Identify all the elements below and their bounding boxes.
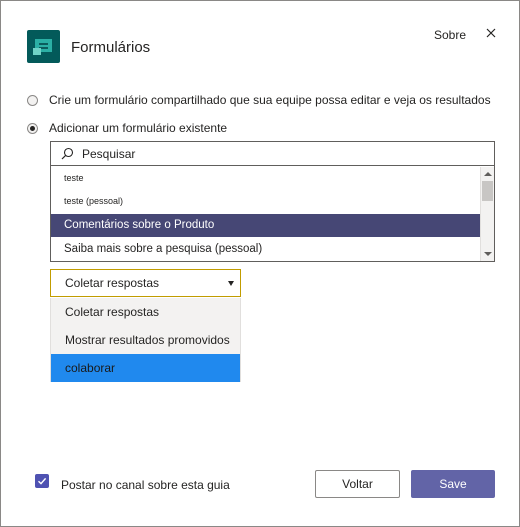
list-item[interactable]: Saiba mais sobre a pesquisa (pessoal) (51, 237, 480, 261)
menu-item-collaborate[interactable]: colaborar (51, 354, 240, 382)
checkmark-icon (38, 477, 47, 485)
create-form-radio[interactable] (27, 94, 38, 106)
scroll-up-icon[interactable] (484, 172, 492, 176)
close-icon[interactable] (484, 26, 498, 40)
list-item[interactable]: teste (51, 173, 480, 191)
forms-list: teste teste (pessoal) Comentários sobre … (51, 167, 480, 261)
existing-form-label: Adicionar um formulário existente (49, 121, 228, 135)
list-scrollbar[interactable] (480, 167, 494, 261)
create-form-label: Crie um formulário compartilhado que sua… (49, 93, 491, 107)
scroll-down-icon[interactable] (484, 252, 492, 256)
about-link[interactable]: Sobre (434, 28, 466, 42)
scroll-thumb[interactable] (482, 181, 493, 201)
search-input[interactable] (82, 146, 462, 161)
search-bar (51, 142, 494, 166)
list-item-selected[interactable]: Comentários sobre o Produto (51, 214, 480, 237)
dialog: Formulários Sobre Crie um formulário com… (0, 0, 520, 527)
existing-form-radio[interactable] (27, 122, 38, 134)
action-select[interactable]: Coletar respostas (50, 269, 241, 297)
create-form-option[interactable]: Crie um formulário compartilhado que sua… (27, 93, 491, 107)
search-icon (61, 147, 74, 160)
menu-item-show-results[interactable]: Mostrar resultados promovidos (51, 326, 240, 354)
list-item[interactable]: teste (pessoal) (51, 196, 480, 214)
action-menu: Coletar respostas Mostrar resultados pro… (50, 298, 241, 382)
menu-item-collect[interactable]: Coletar respostas (51, 298, 240, 326)
back-button[interactable]: Voltar (315, 470, 400, 498)
app-title: Formulários (71, 39, 151, 56)
post-to-channel-label: Postar no canal sobre esta guia (61, 478, 230, 492)
chevron-down-icon (228, 281, 234, 286)
form-picker: teste teste (pessoal) Comentários sobre … (50, 141, 495, 262)
forms-icon (27, 30, 60, 63)
action-select-value: Coletar respostas (65, 276, 160, 290)
existing-form-option[interactable]: Adicionar um formulário existente (27, 121, 227, 135)
save-button[interactable]: Save (411, 470, 495, 498)
post-to-channel-checkbox[interactable] (35, 474, 49, 488)
